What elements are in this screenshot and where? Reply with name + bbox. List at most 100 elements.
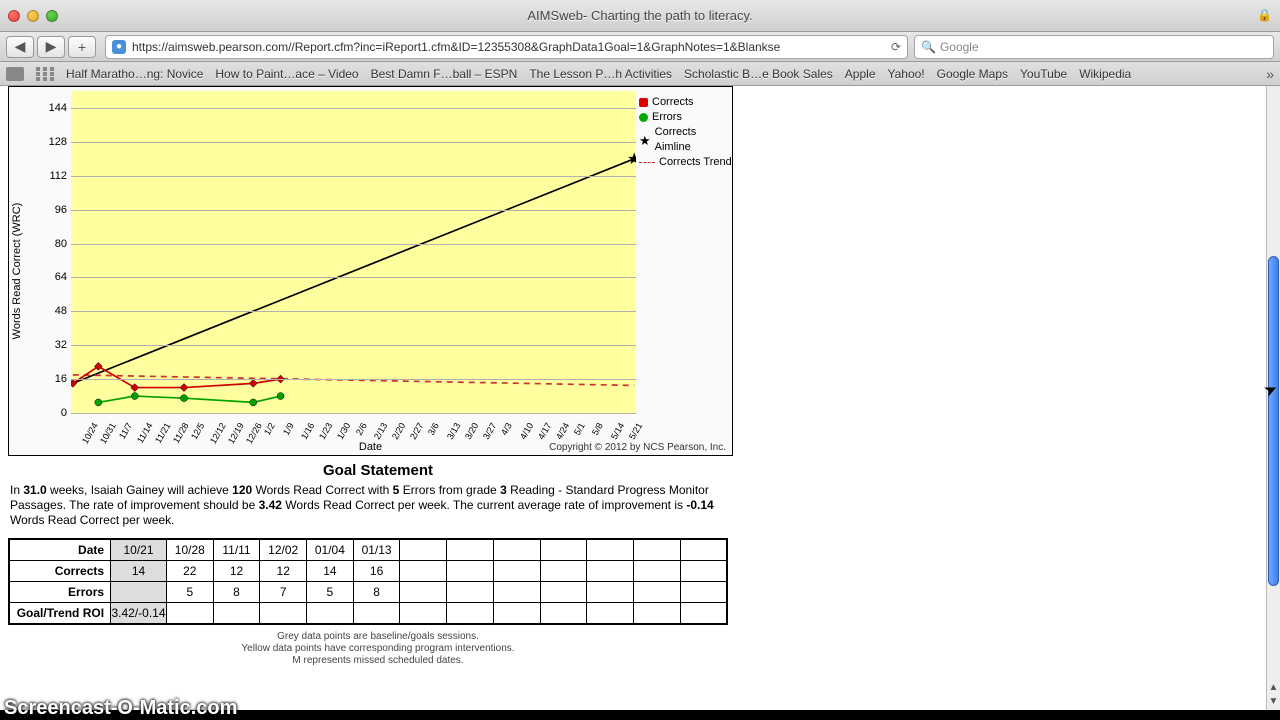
table-cell: 12 [260,561,307,582]
table-cell [307,603,354,625]
table-cell [680,539,727,561]
table-cell [633,582,680,603]
bookmark-item[interactable]: YouTube [1020,67,1067,81]
data-table: Date10/2110/2811/1112/0201/0401/13Correc… [8,538,728,625]
table-row-header: Errors [9,582,111,603]
table-cell [447,539,494,561]
table-cell [493,561,540,582]
y-tick-label: 0 [39,407,67,419]
chart-copyright: Copyright © 2012 by NCS Pearson, Inc. [549,442,726,453]
y-tick-label: 128 [39,136,67,148]
x-tick-label: 12/26 [244,421,264,446]
x-tick-label: 2/27 [408,421,425,441]
search-icon: 🔍 [921,40,936,54]
x-tick-label: 10/24 [80,421,100,446]
x-tick-label: 3/6 [426,421,441,437]
x-tick-label: 3/13 [445,421,462,441]
table-cell [540,561,587,582]
table-cell [540,539,587,561]
lock-icon: 🔒 [1257,8,1272,22]
y-tick-label: 112 [39,170,67,182]
scrollbar-thumb[interactable] [1268,256,1279,586]
table-cell [633,561,680,582]
close-icon[interactable] [8,10,20,22]
table-cell: 5 [166,582,213,603]
x-tick-label: 12/12 [208,421,228,446]
y-tick-label: 32 [39,339,67,351]
table-row-header: Goal/Trend ROI [9,603,111,625]
table-cell [587,582,634,603]
y-tick-label: 16 [39,373,67,385]
goal-title: Goal Statement [8,462,748,479]
x-tick-label: 11/14 [135,421,155,445]
table-cell [400,561,447,582]
y-tick-label: 144 [39,102,67,114]
search-bar[interactable]: 🔍 Google [914,35,1274,59]
table-cell [680,582,727,603]
x-tick-label: 12/19 [226,421,246,446]
table-cell: 16 [353,561,400,582]
site-icon: ● [112,40,126,54]
table-cell [493,603,540,625]
table-cell [400,603,447,625]
y-axis-label: Words Read Correct (WRC) [11,203,23,340]
y-tick-label: 64 [39,271,67,283]
bookmark-item[interactable]: Best Damn F…ball – ESPN [371,67,518,81]
table-cell: 10/21 [111,539,167,561]
bookmark-item[interactable]: How to Paint…ace – Video [215,67,358,81]
scroll-up-icon[interactable]: ▲ [1267,682,1280,696]
bookmarks-overflow-icon[interactable]: » [1266,66,1274,82]
table-cell: 8 [213,582,260,603]
x-tick-label: 10/31 [98,421,118,446]
x-tick-label: 2/6 [354,421,369,437]
zoom-icon[interactable] [46,10,58,22]
svg-text:★: ★ [627,151,636,168]
x-tick-label: 4/24 [554,421,571,441]
table-cell [400,582,447,603]
forward-button[interactable]: ▶ [37,36,65,58]
bookmark-item[interactable]: Yahoo! [888,67,925,81]
add-tab-button[interactable]: + [68,36,96,58]
x-tick-label: 1/23 [317,421,334,441]
x-tick-label: 4/10 [518,421,535,441]
top-sites-icon[interactable] [36,67,54,81]
legend-marker-icon [639,162,655,163]
legend-marker-icon: ★ [639,136,651,145]
chart-legend: Corrects Errors ★Corrects Aimline Correc… [639,95,732,170]
bookmark-item[interactable]: Google Maps [937,67,1008,81]
x-tick-label: 5/14 [609,421,626,441]
table-cell [587,561,634,582]
page-viewport: ★ Words Read Correct (WRC) Date 10/2410/… [0,86,1280,710]
scroll-down-icon[interactable]: ▼ [1267,696,1280,710]
bookmark-item[interactable]: Wikipedia [1079,67,1131,81]
table-cell [400,539,447,561]
table-cell [493,582,540,603]
back-button[interactable]: ◀ [6,36,34,58]
table-cell [633,539,680,561]
legend-label: Corrects [652,95,694,110]
chart-svg: ★ [71,91,636,413]
x-tick-label: 5/21 [627,421,644,441]
bookmark-item[interactable]: The Lesson P…h Activities [529,67,672,81]
browser-toolbar: ◀ ▶ + ● https://aimsweb.pearson.com//Rep… [0,32,1280,62]
progress-chart: ★ Words Read Correct (WRC) Date 10/2410/… [8,86,733,456]
bookmark-item[interactable]: Apple [845,67,876,81]
bookmark-item[interactable]: Scholastic B…e Book Sales [684,67,833,81]
legend-label: Errors [652,110,682,125]
table-cell: 7 [260,582,307,603]
bookmark-item[interactable]: Half Maratho…ng: Novice [66,67,203,81]
goal-statement: In 31.0 weeks, Isaiah Gainey will achiev… [8,479,748,538]
table-cell [680,561,727,582]
table-cell [587,539,634,561]
minimize-icon[interactable] [27,10,39,22]
table-cell [633,603,680,625]
x-tick-label: 5/8 [590,421,605,437]
reload-icon[interactable]: ⟳ [891,40,901,54]
table-cell [493,539,540,561]
url-bar[interactable]: ● https://aimsweb.pearson.com//Report.cf… [105,35,908,59]
reading-list-icon[interactable] [6,67,24,81]
table-cell: 01/04 [307,539,354,561]
x-tick-label: 11/7 [117,421,134,441]
table-cell [111,582,167,603]
bookmarks-bar: Half Maratho…ng: Novice How to Paint…ace… [0,62,1280,86]
